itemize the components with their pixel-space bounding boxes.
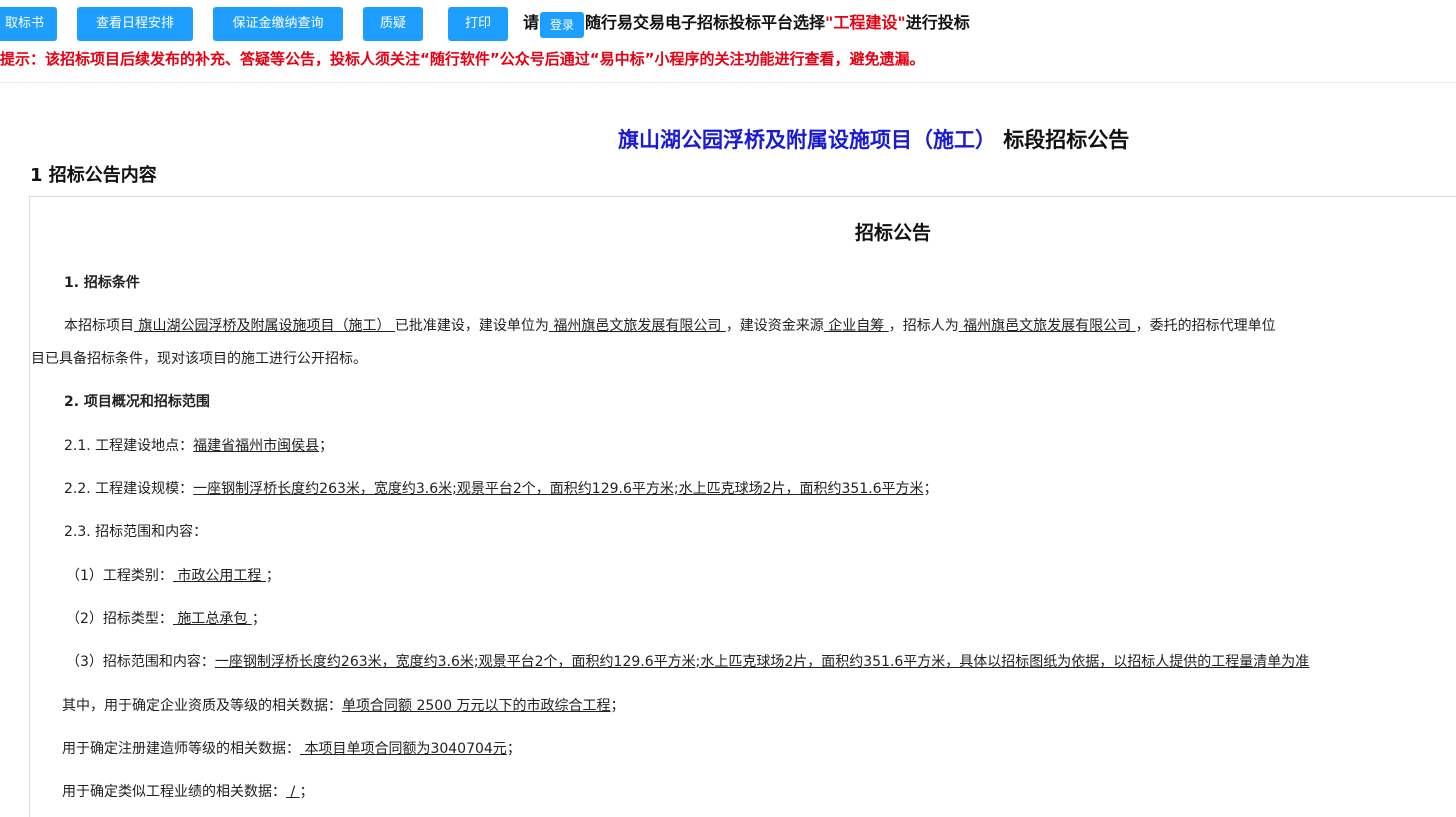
paragraph-tender-conditions-cont: 目已具备招标条件，现对该项目的施工进行公开招标。 — [31, 351, 367, 367]
construction-scale: 2.2. 工程建设规模：一座钢制浮桥长度约263米，宽度约3.6米;观景平台2个… — [64, 481, 938, 497]
divider — [0, 82, 1456, 83]
qualification-data: 其中，用于确定企业资质及等级的相关数据：单项合同额 2500 万元以下的市政综合… — [62, 698, 625, 714]
page-title: 旗山湖公园浮桥及附属设施项目（施工） 标段招标公告 — [618, 128, 1130, 152]
section-heading: 1 招标公告内容 — [30, 165, 157, 186]
get-tender-doc-button[interactable]: 取标书 — [0, 7, 57, 41]
platform-instruction: 请随行易交易电子招标投标平台选择"工程建设"进行投标 — [523, 13, 970, 32]
notice-text: 提示：该招标项目后续发布的补充、答疑等公告，投标人须关注“随行软件”公众号后通过… — [0, 50, 925, 68]
construction-location: 2.1. 工程建设地点：福建省福州市闽侯县； — [64, 438, 334, 454]
heading-tender-conditions: 1. 招标条件 — [64, 275, 140, 291]
view-schedule-button[interactable]: 查看日程安排 — [77, 7, 193, 41]
print-button[interactable]: 打印 — [448, 7, 508, 41]
paragraph-tender-conditions: 本招标项目 旗山湖公园浮桥及附属设施项目（施工） 已批准建设，建设单位为 福州旗… — [64, 318, 1276, 334]
constructor-grade-data: 用于确定注册建造师等级的相关数据： 本项目单项合同额为3040704元； — [62, 741, 521, 757]
doc-title: 招标公告 — [855, 222, 932, 244]
tender-type: （2）招标类型： 施工总承包 ； — [66, 611, 266, 627]
question-button[interactable]: 质疑 — [363, 7, 423, 41]
similar-project-data: 用于确定类似工程业绩的相关数据： / ； — [62, 784, 314, 800]
login-button[interactable]: 登录 — [540, 12, 584, 38]
project-category: （1）工程类别： 市政公用工程 ； — [66, 568, 280, 584]
tender-scope-content: （3）招标范围和内容：一座钢制浮桥长度约263米，宽度约3.6米;观景平台2个，… — [66, 654, 1310, 670]
deposit-query-button[interactable]: 保证金缴纳查询 — [213, 7, 343, 41]
announcement-content — [29, 196, 1456, 817]
project-name: 旗山湖公园浮桥及附属设施项目（施工） — [618, 128, 996, 152]
tender-scope-heading: 2.3. 招标范围和内容： — [64, 524, 208, 540]
highlight-text: "工程建设" — [825, 13, 906, 32]
heading-project-overview: 2. 项目概况和招标范围 — [64, 394, 210, 410]
